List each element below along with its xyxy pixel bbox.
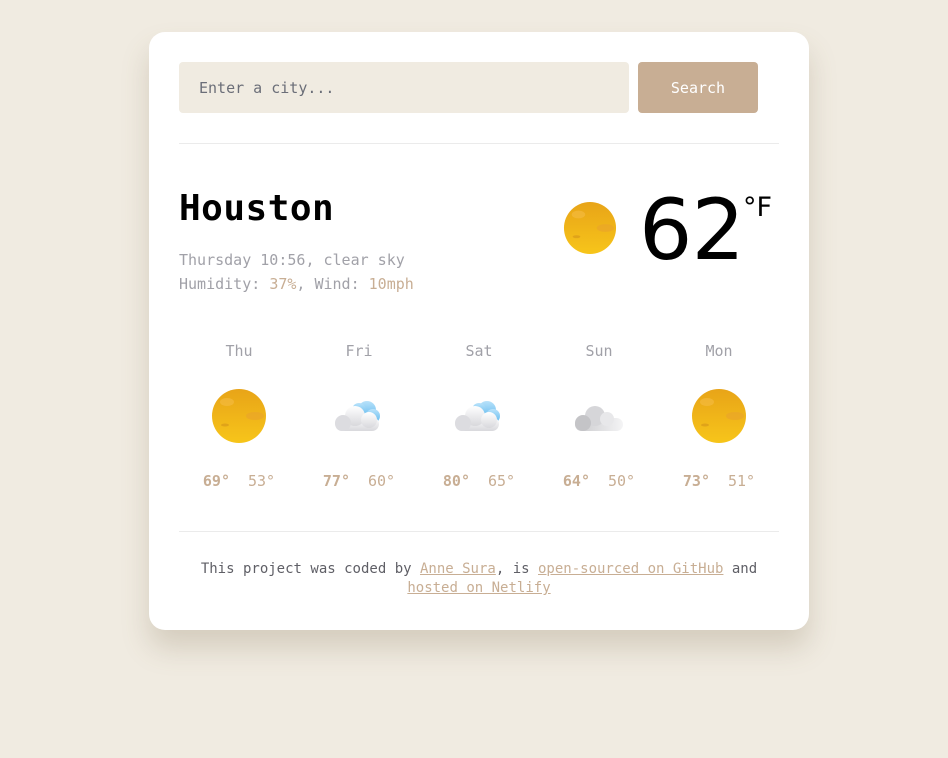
forecast-day-name: Sat <box>465 342 493 360</box>
github-link[interactable]: open-sourced on GitHub <box>538 561 723 577</box>
forecast-temps: 69° 53° <box>179 470 299 492</box>
forecast-day: Mon 73° 51° <box>659 340 779 500</box>
weather-description: clear sky <box>323 251 405 269</box>
forecast-min: 65° <box>488 472 516 490</box>
footer-mid: , is <box>495 561 530 577</box>
wind-label: Wind: <box>314 275 360 293</box>
forecast: Thu 69° 53° Fri 77° 60° Sat 80° 65° Sun … <box>179 340 779 500</box>
datetime-line: Thursday 10:56, clear sky <box>179 251 405 269</box>
humidity-value: 37% <box>269 275 297 293</box>
forecast-day-name: Fri <box>345 342 373 360</box>
footer-and: and <box>731 561 758 577</box>
forecast-min: 53° <box>248 472 276 490</box>
forecast-day: Sun 64° 50° <box>539 340 659 500</box>
temperature-unit: °F <box>743 192 773 223</box>
forecast-day-name: Sun <box>585 342 613 360</box>
humidity-wind-line: Humidity: 37%, Wind: 10mph <box>179 275 414 293</box>
cloud-icon <box>335 401 380 431</box>
current-temperature: 62 <box>639 181 745 279</box>
current-details: Thursday 10:56, clear sky Humidity: 37%,… <box>179 248 414 296</box>
divider <box>179 531 779 532</box>
forecast-day: Sat 80° 65° <box>419 340 539 500</box>
forecast-temps: 80° 65° <box>419 470 539 492</box>
grey-cloud-icon <box>575 406 623 431</box>
forecast-temps: 64° 50° <box>539 470 659 492</box>
wind-value: 10mph <box>368 275 414 293</box>
search-button[interactable]: Search <box>638 62 758 113</box>
author-link[interactable]: Anne Sura <box>420 561 496 577</box>
cloud-icon <box>455 401 500 431</box>
netlify-link[interactable]: hosted on Netlify <box>407 580 550 596</box>
search-input[interactable] <box>179 62 629 113</box>
forecast-min: 50° <box>608 472 636 490</box>
footer-prefix: This project was coded by <box>200 561 412 577</box>
forecast-max: 64° <box>562 472 590 490</box>
forecast-temps: 73° 51° <box>659 470 779 492</box>
divider <box>179 143 779 144</box>
sun-icon <box>692 389 746 443</box>
forecast-max: 80° <box>442 472 470 490</box>
humidity-label: Humidity: <box>179 275 261 293</box>
forecast-max: 77° <box>322 472 350 490</box>
weather-card: Search Houston Thursday 10:56, clear sky… <box>149 32 809 630</box>
forecast-day-name: Thu <box>225 342 253 360</box>
forecast-temps: 77° 60° <box>299 470 419 492</box>
forecast-day-name: Mon <box>705 342 733 360</box>
forecast-day: Thu 69° 53° <box>179 340 299 500</box>
sun-icon <box>563 201 617 255</box>
forecast-min: 60° <box>368 472 396 490</box>
forecast-max: 69° <box>202 472 230 490</box>
forecast-max: 73° <box>682 472 710 490</box>
forecast-day: Fri 77° 60° <box>299 340 419 500</box>
datetime: Thursday 10:56 <box>179 251 306 269</box>
footer: This project was coded by Anne Sura, is … <box>179 560 779 598</box>
search-form: Search <box>179 62 759 113</box>
sun-icon <box>212 389 266 443</box>
forecast-min: 51° <box>728 472 756 490</box>
city-name: Houston <box>179 188 335 229</box>
